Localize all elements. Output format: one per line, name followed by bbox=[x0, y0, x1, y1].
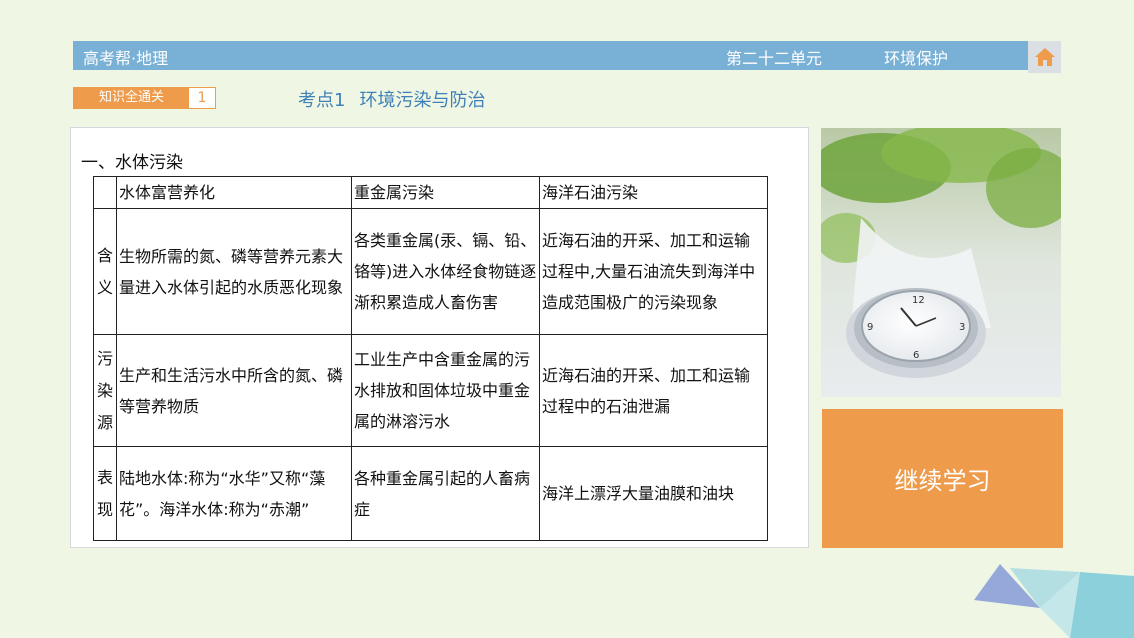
svg-text:6: 6 bbox=[913, 350, 919, 361]
column-header: 重金属污染 bbox=[351, 176, 540, 209]
svg-text:12: 12 bbox=[912, 295, 925, 306]
row-header: 污染源 bbox=[93, 334, 117, 447]
section-heading: 一、水体污染 bbox=[81, 153, 183, 173]
clock-plant-image: 12 6 3 9 bbox=[821, 128, 1061, 397]
table-cell: 各种重金属引起的人畜病症 bbox=[351, 446, 540, 541]
table-row: 污染源 生产和生活污水中所含的氮、磷等营养物质 工业生产中含重金属的污水排放和固… bbox=[93, 334, 768, 447]
header-bar: 高考帮·地理 第二十二单元 环境保护 bbox=[73, 41, 1028, 70]
table-cell: 海洋上漂浮大量油膜和油块 bbox=[539, 446, 768, 541]
knowledge-tag: 知识全通关 1 bbox=[73, 87, 216, 109]
unit-title: 第二十二单元 bbox=[726, 49, 823, 68]
row-header: 表现 bbox=[93, 446, 117, 541]
point-title: 考点1 环境污染与防治 bbox=[298, 86, 485, 112]
table-cell: 陆地水体:称为“水华”又称“藻花”。海洋水体:称为“赤潮” bbox=[116, 446, 352, 541]
home-icon bbox=[1034, 48, 1055, 66]
table-header-row: 水体富营养化 重金属污染 海洋石油污染 bbox=[93, 176, 768, 209]
row-header: 含义 bbox=[93, 208, 117, 335]
svg-text:3: 3 bbox=[959, 322, 965, 333]
table-row: 含义 生物所需的氮、磷等营养元素大量进入水体引起的水质恶化现象 各类重金属(汞、… bbox=[93, 208, 768, 335]
table-cell: 生产和生活污水中所含的氮、磷等营养物质 bbox=[116, 334, 352, 447]
point-number: 考点1 bbox=[298, 90, 346, 111]
svg-text:9: 9 bbox=[867, 322, 873, 333]
table-cell: 近海石油的开采、加工和运输过程中的石油泄漏 bbox=[539, 334, 768, 447]
corner-decoration bbox=[974, 564, 1134, 638]
table-cell: 生物所需的氮、磷等营养元素大量进入水体引起的水质恶化现象 bbox=[116, 208, 352, 335]
table-cell: 近海石油的开采、加工和运输过程中,大量石油流失到海洋中造成范围极广的污染现象 bbox=[539, 208, 768, 335]
water-pollution-table: 水体富营养化 重金属污染 海洋石油污染 含义 生物所需的氮、磷等营养元素大量进入… bbox=[93, 176, 768, 541]
brand-title: 高考帮·地理 bbox=[83, 49, 169, 68]
tag-label: 知识全通关 bbox=[74, 88, 189, 108]
column-header: 海洋石油污染 bbox=[539, 176, 768, 209]
decorative-photo: 12 6 3 9 bbox=[821, 128, 1061, 397]
column-header: 水体富营养化 bbox=[116, 176, 352, 209]
point-name: 环境污染与防治 bbox=[359, 90, 486, 111]
table-cell: 工业生产中含重金属的污水排放和固体垃圾中重金属的淋溶污水 bbox=[351, 334, 540, 447]
table-cell: 各类重金属(汞、镉、铅、铬等)进入水体经食物链逐渐积累造成人畜伤害 bbox=[351, 208, 540, 335]
content-panel: 一、水体污染 水体富营养化 重金属污染 海洋石油污染 含义 生物所需的氮、磷等营… bbox=[70, 127, 809, 548]
tag-number: 1 bbox=[197, 90, 207, 106]
topic-title: 环境保护 bbox=[884, 49, 949, 68]
table-corner-cell bbox=[93, 176, 117, 209]
home-button[interactable] bbox=[1028, 41, 1061, 73]
table-row: 表现 陆地水体:称为“水华”又称“藻花”。海洋水体:称为“赤潮” 各种重金属引起… bbox=[93, 446, 768, 541]
continue-learning-button[interactable]: 继续学习 bbox=[822, 409, 1063, 548]
